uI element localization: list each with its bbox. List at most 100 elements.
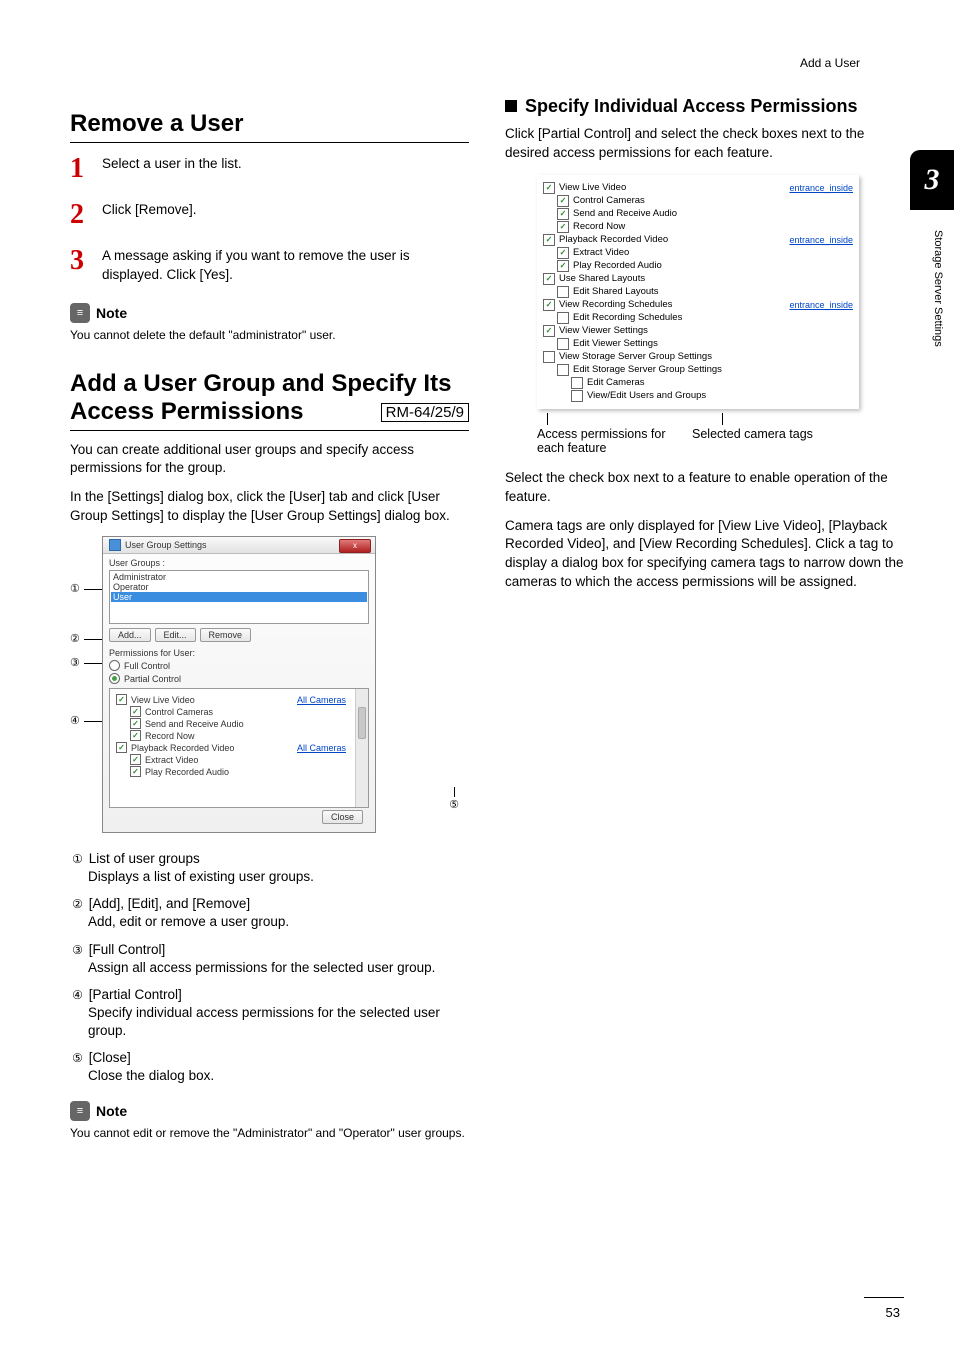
scrollbar[interactable] — [355, 689, 368, 807]
paragraph: Camera tags are only displayed for [View… — [505, 517, 904, 593]
note-heading: ≡ Note — [70, 303, 469, 323]
camera-tag-link[interactable]: All Cameras — [297, 743, 346, 753]
camera-tag-link[interactable]: All Cameras — [297, 695, 346, 705]
permission-row[interactable]: Use Shared Layouts — [543, 273, 853, 285]
permission-row[interactable]: Edit Storage Server Group Settings — [543, 364, 853, 376]
add-button[interactable]: Add... — [109, 628, 151, 642]
permission-checkbox[interactable]: Play Recorded Audio — [130, 766, 362, 777]
callout-list: ① List of user groupsDisplays a list of … — [70, 851, 469, 1085]
list-item[interactable]: Operator — [111, 582, 367, 592]
permission-row[interactable]: Play Recorded Audio — [543, 260, 853, 272]
callout-item: ④ [Partial Control]Specify individual ac… — [70, 987, 469, 1040]
permission-row[interactable]: View Recording Schedulesentrance_inside — [543, 299, 853, 311]
callout-marker-1: ① — [70, 582, 80, 595]
note-body: You cannot delete the default "administr… — [70, 327, 469, 344]
checkbox-icon — [116, 742, 127, 753]
radio-partial-control[interactable]: Partial Control — [109, 673, 369, 684]
permission-row[interactable]: Record Now — [543, 221, 853, 233]
paragraph: In the [Settings] dialog box, click the … — [70, 488, 469, 526]
permission-row[interactable]: View Live Videoentrance_inside — [543, 182, 853, 194]
permission-checkbox[interactable]: Playback Recorded VideoAll Cameras — [116, 742, 362, 753]
checkbox-icon — [130, 754, 141, 765]
checkbox-icon — [571, 377, 583, 389]
checkbox-icon — [543, 234, 555, 246]
permission-row[interactable]: Send and Receive Audio — [543, 208, 853, 220]
checkbox-icon — [543, 325, 555, 337]
callout-marker-4: ④ — [70, 714, 80, 727]
dialog-titlebar: User Group Settings — [103, 537, 375, 554]
step-text: Select a user in the list. — [102, 155, 242, 183]
footer-rule — [864, 1297, 904, 1298]
note-icon: ≡ — [70, 303, 90, 323]
user-group-settings-figure: ① ② ③ ④ User Group Settings x User Group… — [70, 536, 469, 833]
checkbox-icon — [557, 338, 569, 350]
permission-checkbox[interactable]: Extract Video — [130, 754, 362, 765]
permission-row[interactable]: Edit Viewer Settings — [543, 338, 853, 350]
permission-checkbox[interactable]: Control Cameras — [130, 706, 362, 717]
groups-label: User Groups : — [109, 558, 369, 568]
callout-item: ③ [Full Control]Assign all access permis… — [70, 942, 469, 977]
checkbox-icon — [543, 273, 555, 285]
camera-tag-link[interactable]: entrance_inside — [789, 300, 853, 310]
radio-full-control[interactable]: Full Control — [109, 660, 369, 671]
checkbox-icon — [543, 182, 555, 194]
edit-button[interactable]: Edit... — [155, 628, 196, 642]
permission-row[interactable]: Extract Video — [543, 247, 853, 259]
checkbox-icon — [130, 718, 141, 729]
permission-row[interactable]: Edit Cameras — [543, 377, 853, 389]
checkbox-icon — [557, 195, 569, 207]
note-heading: ≡ Note — [70, 1101, 469, 1121]
permission-checkbox[interactable]: View Live VideoAll Cameras — [116, 694, 362, 705]
step-3: 3 A message asking if you want to remove… — [70, 247, 469, 285]
heading-specify-permissions: Specify Individual Access Permissions — [505, 96, 904, 117]
checkbox-icon — [557, 364, 569, 376]
paragraph: Click [Partial Control] and select the c… — [505, 125, 904, 163]
permission-checkbox[interactable]: Record Now — [130, 730, 362, 741]
list-item[interactable]: Administrator — [111, 572, 367, 582]
app-icon — [109, 539, 121, 551]
close-icon[interactable]: x — [339, 539, 371, 553]
note-label: Note — [96, 305, 127, 321]
step-number: 2 — [70, 201, 90, 229]
callout-marker-5: ⑤ — [449, 798, 459, 811]
permission-row[interactable]: Playback Recorded Videoentrance_inside — [543, 234, 853, 246]
permission-row[interactable]: View Storage Server Group Settings — [543, 351, 853, 363]
paragraph: Select the check box next to a feature t… — [505, 469, 904, 507]
note-body: You cannot edit or remove the "Administr… — [70, 1125, 469, 1142]
list-item[interactable]: User — [111, 592, 367, 602]
callout-item: ② [Add], [Edit], and [Remove]Add, edit o… — [70, 896, 469, 931]
permissions-caption: Access permissions for each feature Sele… — [537, 413, 847, 455]
checkbox-icon — [557, 312, 569, 324]
close-button[interactable]: Close — [322, 810, 363, 824]
camera-tag-link[interactable]: entrance_inside — [789, 183, 853, 193]
permission-row[interactable]: Edit Shared Layouts — [543, 286, 853, 298]
callout-item: ⑤ [Close]Close the dialog box. — [70, 1050, 469, 1085]
permission-row[interactable]: Edit Recording Schedules — [543, 312, 853, 324]
step-number: 3 — [70, 247, 90, 285]
model-tag: RM-64/25/9 — [381, 403, 469, 422]
checkbox-icon — [557, 247, 569, 259]
permission-checkbox[interactable]: Send and Receive Audio — [130, 718, 362, 729]
checkbox-icon — [543, 351, 555, 363]
permission-row[interactable]: View/Edit Users and Groups — [543, 390, 853, 402]
heading-add-group: Add a User Group and Specify Its Access … — [70, 370, 469, 431]
dialog-title: User Group Settings — [125, 540, 207, 550]
step-1: 1 Select a user in the list. — [70, 155, 469, 183]
checkbox-icon — [130, 706, 141, 717]
permissions-panel: View Live VideoAll CamerasControl Camera… — [109, 688, 369, 808]
permissions-label: Permissions for User: — [109, 648, 369, 658]
permission-row[interactable]: Control Cameras — [543, 195, 853, 207]
permissions-figure: View Live Videoentrance_insideControl Ca… — [537, 175, 859, 409]
step-number: 1 — [70, 155, 90, 183]
permission-row[interactable]: View Viewer Settings — [543, 325, 853, 337]
step-2: 2 Click [Remove]. — [70, 201, 469, 229]
user-groups-list[interactable]: Administrator Operator User — [109, 570, 369, 624]
checkbox-icon — [557, 286, 569, 298]
camera-tag-link[interactable]: entrance_inside — [789, 235, 853, 245]
callout-marker-3: ③ — [70, 656, 80, 669]
remove-button[interactable]: Remove — [200, 628, 252, 642]
checkbox-icon — [543, 299, 555, 311]
note-label: Note — [96, 1103, 127, 1119]
checkbox-icon — [130, 730, 141, 741]
checkbox-icon — [557, 260, 569, 272]
